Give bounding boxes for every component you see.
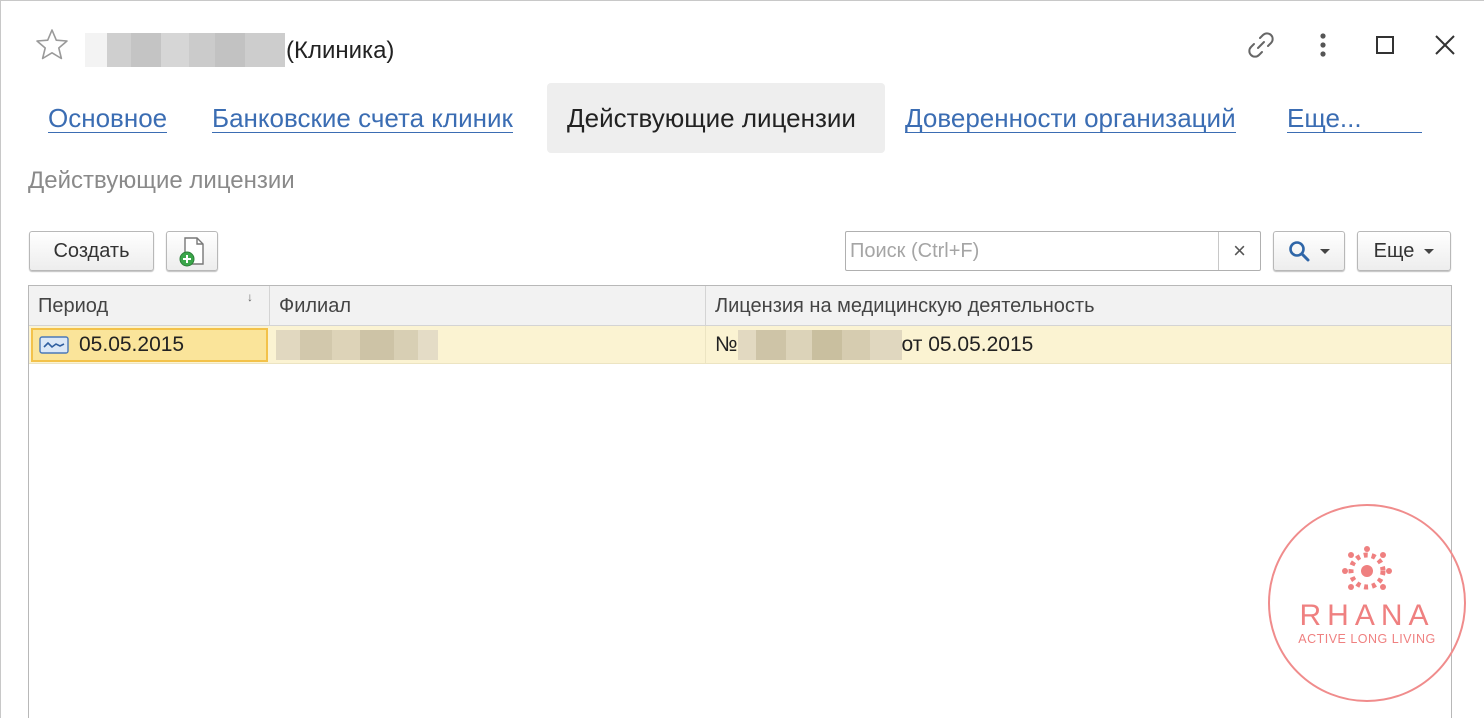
column-label: Период bbox=[38, 294, 109, 317]
column-header-branch[interactable]: Филиал bbox=[270, 286, 706, 326]
column-header-period[interactable]: Период ↓ bbox=[29, 286, 270, 326]
window-title: (Клиника) bbox=[286, 37, 395, 64]
form-window: (Клиника) Основное Банковские счета клин… bbox=[0, 0, 1484, 718]
tab-main[interactable]: Основное bbox=[48, 83, 168, 153]
table-row[interactable]: 05.05.2015 № от 05.05.2015 bbox=[29, 326, 1451, 364]
tab-label: Банковские счета клиник bbox=[212, 102, 513, 133]
close-icon[interactable] bbox=[1425, 25, 1465, 65]
add-document-button[interactable] bbox=[166, 231, 218, 271]
branch-redacted bbox=[276, 330, 438, 360]
link-icon[interactable] bbox=[1241, 25, 1281, 65]
sort-arrow-icon: ↓ bbox=[247, 290, 253, 304]
tabs-more-menu[interactable]: Еще... bbox=[1287, 83, 1422, 153]
watermark-stamp: RHANA ACTIVE LONG LIVING bbox=[1267, 503, 1467, 703]
section-title: Действующие лицензии bbox=[28, 167, 295, 194]
column-header-license[interactable]: Лицензия на медицинскую деятельность bbox=[706, 286, 1451, 326]
close-icon: × bbox=[1233, 238, 1246, 263]
more-vertical-icon[interactable] bbox=[1303, 25, 1343, 65]
search-box: × bbox=[845, 231, 1261, 271]
star-icon[interactable] bbox=[34, 27, 70, 63]
licenses-table: Период ↓ Филиал Лицензия на медицинскую … bbox=[28, 285, 1452, 718]
watermark-tagline: ACTIVE LONG LIVING bbox=[1298, 632, 1436, 646]
title-redacted bbox=[85, 33, 285, 67]
tab-label: Доверенности организаций bbox=[905, 102, 1236, 133]
column-label: Филиал bbox=[279, 294, 352, 317]
column-label: Лицензия на медицинскую деятельность bbox=[715, 294, 1095, 317]
watermark-brand: RHANA bbox=[1299, 599, 1434, 632]
license-number-redacted bbox=[737, 330, 902, 360]
register-record-icon bbox=[39, 336, 69, 354]
license-number-prefix: № bbox=[715, 333, 738, 356]
cell-period[interactable]: 05.05.2015 bbox=[31, 328, 268, 362]
tab-label: Основное bbox=[48, 102, 168, 133]
more-actions-button[interactable]: Еще bbox=[1357, 231, 1451, 271]
maximize-icon[interactable] bbox=[1365, 25, 1405, 65]
tabs-more-label: Еще... bbox=[1287, 104, 1422, 133]
cell-branch[interactable] bbox=[270, 326, 706, 364]
tab-label: Действующие лицензии bbox=[567, 103, 856, 133]
search-icon bbox=[1289, 241, 1310, 262]
find-button[interactable] bbox=[1273, 231, 1345, 271]
license-date: от 05.05.2015 bbox=[901, 333, 1034, 356]
cell-license[interactable]: № от 05.05.2015 bbox=[706, 326, 1451, 364]
chevron-down-icon bbox=[1320, 248, 1330, 254]
tab-bank-accounts[interactable]: Банковские счета клиник bbox=[212, 83, 513, 153]
add-document-icon bbox=[179, 237, 204, 267]
tab-active-licenses[interactable]: Действующие лицензии bbox=[547, 83, 885, 153]
table-header: Период ↓ Филиал Лицензия на медицинскую … bbox=[29, 286, 1451, 326]
period-value: 05.05.2015 bbox=[79, 333, 185, 356]
tab-powers-of-attorney[interactable]: Доверенности организаций bbox=[905, 83, 1236, 153]
tab-bar: Основное Банковские счета клиник Действу… bbox=[1, 83, 1484, 153]
chevron-down-icon bbox=[1424, 248, 1435, 254]
clear-search-button[interactable]: × bbox=[1218, 232, 1260, 270]
more-actions-label: Еще bbox=[1373, 239, 1415, 262]
title-bar: (Клиника) bbox=[1, 1, 1484, 91]
search-input[interactable] bbox=[846, 232, 1218, 270]
create-button[interactable]: Создать bbox=[29, 231, 154, 271]
